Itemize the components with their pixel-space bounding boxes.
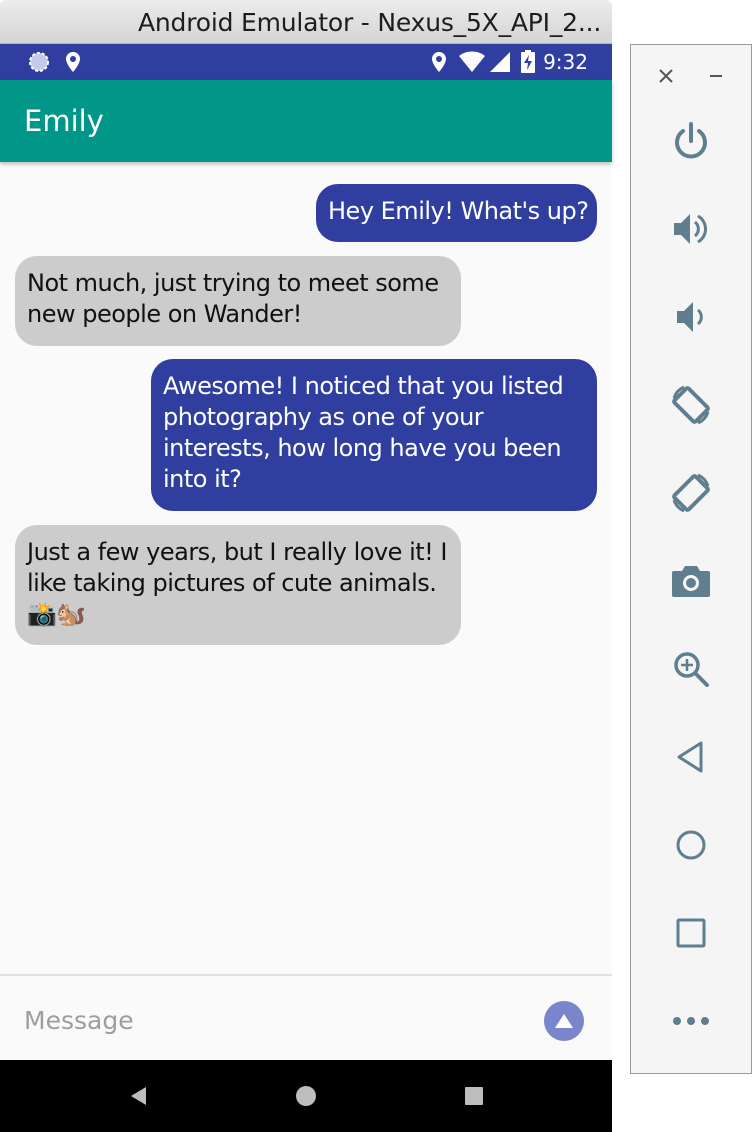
chat-message-list[interactable]: Hey Emily! What's up? Not much, just try… xyxy=(0,162,612,974)
more-icon xyxy=(673,1017,709,1025)
signal-icon xyxy=(488,44,512,80)
status-bar: 9:32 xyxy=(0,44,612,80)
close-icon xyxy=(659,69,673,83)
system-nav-bar xyxy=(0,1060,612,1132)
message-input[interactable] xyxy=(24,1000,504,1040)
wifi-icon xyxy=(458,44,486,80)
status-time: 9:32 xyxy=(543,50,588,74)
nav-home-button[interactable] xyxy=(276,1060,336,1132)
recents-icon xyxy=(465,1087,483,1105)
power-button[interactable] xyxy=(661,111,721,171)
battery-charging-icon xyxy=(520,44,536,80)
send-button[interactable] xyxy=(544,1001,584,1041)
minimize-window-button[interactable] xyxy=(701,61,731,91)
home-icon xyxy=(296,1086,316,1106)
home-icon xyxy=(676,830,706,860)
location-icon xyxy=(430,44,448,80)
nav-back-button[interactable] xyxy=(108,1060,168,1132)
more-options-button[interactable] xyxy=(661,991,721,1051)
overview-icon xyxy=(676,918,706,948)
zoom-icon xyxy=(674,652,709,687)
back-icon xyxy=(131,1087,146,1105)
nav-recents-button[interactable] xyxy=(444,1060,504,1132)
back-icon xyxy=(677,741,703,773)
conversation-title: Emily xyxy=(24,104,104,138)
emulator-window: Android Emulator - Nexus_5X_API_2... 9:3… xyxy=(0,0,612,1132)
emulator-overview-button[interactable] xyxy=(661,903,721,963)
emulator-back-button[interactable] xyxy=(661,727,721,787)
volume-down-icon xyxy=(677,302,703,332)
window-title: Android Emulator - Nexus_5X_API_2... xyxy=(138,8,602,37)
send-arrow-up-icon xyxy=(555,1014,573,1028)
screenshot-button[interactable] xyxy=(661,551,721,611)
message-bubble-sent[interactable]: Hey Emily! What's up? xyxy=(316,184,597,242)
volume-up-button[interactable] xyxy=(661,199,721,259)
message-composer xyxy=(0,974,612,1060)
close-window-button[interactable] xyxy=(651,61,681,91)
zoom-button[interactable] xyxy=(661,639,721,699)
screenshot-camera-icon xyxy=(672,566,710,597)
power-icon xyxy=(675,122,707,159)
message-bubble-received[interactable]: Not much, just trying to meet some new p… xyxy=(15,256,461,346)
minimize-icon xyxy=(710,75,722,77)
message-bubble-received[interactable]: Just a few years, but I really love it! … xyxy=(15,525,461,645)
sync-icon xyxy=(28,44,50,80)
volume-down-button[interactable] xyxy=(661,287,721,347)
emulator-tool-panel xyxy=(630,44,752,1074)
rotate-left-button[interactable] xyxy=(661,375,721,435)
emulator-home-button[interactable] xyxy=(661,815,721,875)
volume-up-icon xyxy=(674,214,708,244)
app-bar: Emily xyxy=(0,80,612,162)
rotate-left-icon xyxy=(672,385,710,425)
rotate-right-button[interactable] xyxy=(661,463,721,523)
rotate-right-icon xyxy=(672,473,710,513)
message-bubble-sent[interactable]: Awesome! I noticed that you listed photo… xyxy=(151,359,597,511)
location-icon xyxy=(64,44,82,80)
window-title-bar[interactable]: Android Emulator - Nexus_5X_API_2... xyxy=(0,0,612,44)
